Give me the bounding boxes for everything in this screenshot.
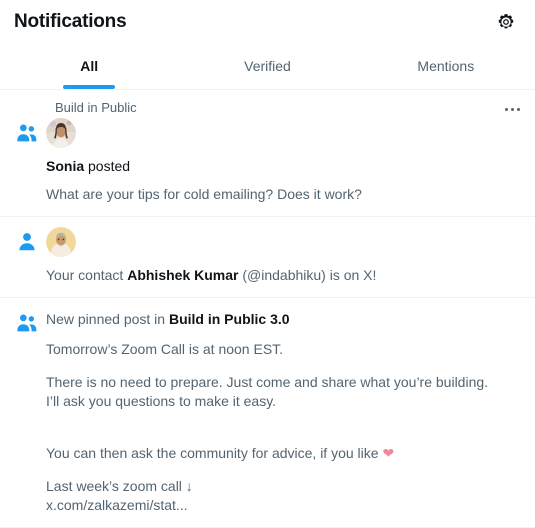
tab-verified-label: Verified [244, 57, 291, 74]
action-text: posted [84, 158, 131, 174]
notification-item-contact-joined[interactable]: Your contact Abhishek Kumar (@indabhiku)… [0, 217, 535, 298]
notification-type-icon-slot [14, 308, 46, 336]
avatar[interactable] [46, 227, 76, 257]
text-before: Your contact [46, 267, 128, 283]
settings-button[interactable] [491, 7, 521, 37]
tab-all[interactable]: All [0, 44, 178, 89]
contact-joined-text: Your contact Abhishek Kumar (@indabhiku)… [46, 266, 521, 285]
community-version: 3.0 [266, 311, 290, 327]
panel-header: Notifications [0, 0, 535, 44]
headline-before: New pinned post in [46, 311, 169, 327]
like-line-text: You can then ask the community for advic… [46, 445, 383, 461]
tab-verified[interactable]: Verified [178, 44, 356, 89]
tab-active-indicator [63, 85, 116, 89]
gear-icon [498, 14, 514, 29]
page-title: Notifications [14, 11, 127, 32]
contact-name: Abhishek Kumar [127, 267, 239, 283]
notifications-panel: Notifications All Verified Mentions Buil… [0, 0, 535, 528]
community-label: Build in Public [55, 100, 137, 115]
notification-item-pinned-post[interactable]: New pinned post in Build in Public 3.0 T… [0, 298, 535, 528]
tab-mentions[interactable]: Mentions [357, 44, 535, 89]
notification-item-community-post[interactable]: Build in Public Sonia posted What are yo… [0, 90, 535, 217]
people-group-icon [17, 314, 37, 332]
heart-icon: ❤ [382, 445, 395, 461]
tab-all-label: All [80, 57, 99, 74]
avatar-sonia-image [46, 118, 76, 148]
post-preview-text: What are your tips for cold emailing? Do… [46, 186, 362, 202]
notification-actor-line: Sonia posted [46, 157, 521, 176]
more-options-button[interactable] [499, 98, 525, 120]
pinned-post-link-line: Last week’s zoom call ↓ x.com/zalkazemi/… [46, 478, 193, 513]
pinned-post-headline: New pinned post in Build in Public 3.0 [46, 308, 521, 329]
people-group-icon [17, 124, 37, 142]
text-after: (@indabhiku) is on X! [238, 267, 377, 283]
more-horizontal-icon [504, 107, 520, 111]
person-icon [19, 233, 35, 251]
community-name: Build in Public [168, 311, 267, 327]
tab-mentions-label: Mentions [417, 57, 475, 74]
notification-type-icon-slot [14, 118, 46, 146]
pinned-post-paragraph: Tomorrow’s Zoom Call is at noon EST. [46, 341, 284, 357]
avatar[interactable] [46, 118, 76, 148]
pinned-post-like-line: You can then ask the community for advic… [46, 425, 521, 463]
actor-name: Sonia [46, 158, 85, 174]
notification-type-icon-slot [14, 227, 46, 255]
avatar-abhishek-image [46, 227, 76, 257]
tab-bar: All Verified Mentions [0, 44, 535, 90]
pinned-post-paragraph: There is no need to prepare. Just come a… [46, 374, 489, 409]
